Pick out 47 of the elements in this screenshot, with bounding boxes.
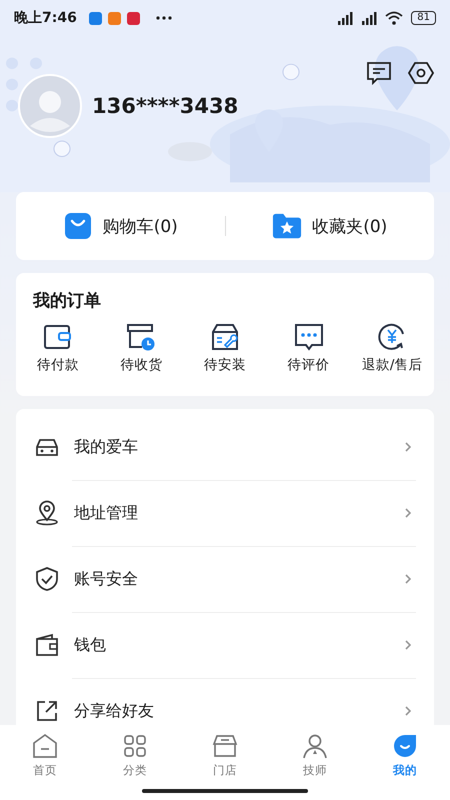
box-clock-icon [126, 322, 156, 352]
tab-item[interactable]: 我的 [360, 725, 450, 785]
phone-number: 136****3438 [92, 94, 238, 118]
chevron-right-icon [404, 639, 412, 651]
settings-icon[interactable] [408, 60, 434, 86]
order-status-item[interactable]: 待收货 [100, 322, 184, 374]
tab-item[interactable]: 门店 [180, 725, 270, 785]
section-title: 我的订单 [32, 290, 102, 313]
grid-icon [122, 732, 148, 758]
toolbox-icon [210, 322, 240, 352]
menu-item[interactable]: 账号安全 [16, 546, 434, 612]
menu-item[interactable]: 我的爱车 [16, 414, 434, 480]
tab-item[interactable]: 分类 [90, 725, 180, 785]
wifi-icon [385, 11, 404, 25]
house-icon [32, 732, 58, 758]
order-status-item[interactable]: 退款/售后 [350, 322, 434, 374]
profile-icon [392, 732, 418, 758]
location-pin-icon [34, 500, 60, 526]
share-icon [34, 698, 60, 724]
battery-indicator: 81 [411, 11, 436, 25]
chevron-right-icon [404, 507, 412, 519]
person-icon [302, 732, 328, 758]
chevron-right-icon [404, 573, 412, 585]
shield-check-icon [34, 566, 60, 592]
shopping-bag-icon [62, 212, 93, 240]
signal-icon [337, 11, 356, 25]
shortcut-item[interactable]: 购物车(0) [16, 212, 224, 240]
order-status-item[interactable]: 待评价 [266, 322, 350, 374]
signal-icon [361, 11, 380, 25]
chat-bubble-icon [294, 322, 324, 352]
message-icon[interactable] [366, 60, 392, 86]
wallet-icon [42, 322, 73, 352]
tab-item[interactable]: 技师 [270, 725, 360, 785]
menu-item[interactable]: 分享给好友 [16, 678, 434, 725]
store-icon [212, 732, 238, 758]
tab-item[interactable]: 首页 [0, 725, 90, 785]
chevron-right-icon [404, 705, 412, 717]
chevron-right-icon [404, 441, 412, 453]
menu-item[interactable]: 钱包 [16, 612, 434, 678]
menu-item[interactable]: 地址管理 [16, 480, 434, 546]
status-time: 晚上7:46 [14, 9, 77, 27]
shortcut-item[interactable]: 收藏夹(0) [226, 212, 434, 240]
wallet-icon [34, 632, 60, 658]
star-folder-icon [272, 212, 302, 240]
order-status-item[interactable]: 待安装 [183, 322, 267, 374]
more-icon [156, 16, 172, 20]
order-status-item[interactable]: 待付款 [16, 322, 100, 374]
